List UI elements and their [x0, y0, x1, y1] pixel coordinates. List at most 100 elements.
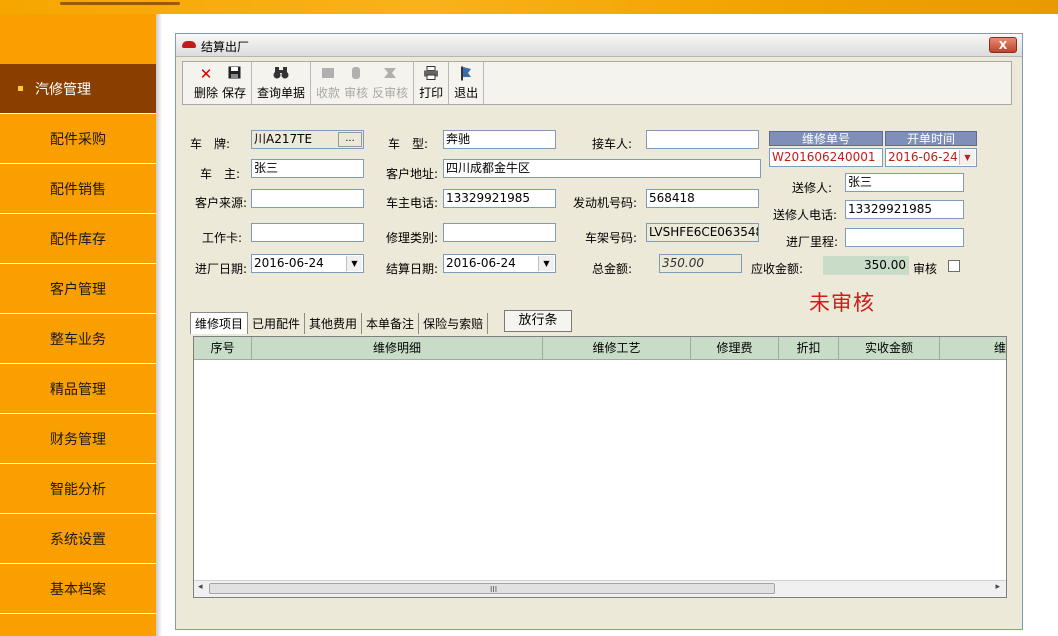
- sender-phone-field[interactable]: 13329921985: [845, 200, 964, 219]
- scroll-thumb[interactable]: III: [209, 583, 775, 594]
- column-header-discount[interactable]: 折扣: [779, 337, 839, 359]
- release-slip-button[interactable]: 放行条: [504, 310, 572, 332]
- column-header-detail[interactable]: 维修明细: [252, 337, 543, 359]
- order-no-field[interactable]: W201606240001: [769, 148, 883, 167]
- nav-item-analysis[interactable]: 智能分析: [0, 464, 156, 514]
- tab-repair-items[interactable]: 维修项目: [190, 312, 249, 334]
- sender-phone-label: 送修人电话:: [773, 208, 838, 222]
- column-header-process[interactable]: 维修工艺: [543, 337, 691, 359]
- tab-insurance[interactable]: 保险与索赔: [419, 313, 489, 334]
- sender-label: 送修人:: [792, 181, 833, 195]
- repair-type-field[interactable]: [443, 223, 556, 242]
- delete-button[interactable]: ✕ 删除: [192, 62, 220, 104]
- nav-item-settings[interactable]: 系统设置: [0, 514, 156, 564]
- binoculars-icon: [273, 66, 289, 83]
- print-button[interactable]: 打印: [417, 62, 445, 104]
- address-label: 客户地址:: [386, 167, 439, 181]
- mileage-label: 进厂里程:: [786, 235, 839, 249]
- collect-button[interactable]: 收款: [314, 62, 342, 104]
- nav-item-parts-stock[interactable]: 配件库存: [0, 214, 156, 264]
- in-date-label: 进厂日期:: [195, 262, 248, 276]
- mileage-field[interactable]: [845, 228, 964, 247]
- nav-item-auto-repair[interactable]: 汽修管理: [0, 64, 156, 114]
- nav-item-customers[interactable]: 客户管理: [0, 264, 156, 314]
- tab-bar: 维修项目 已用配件 其他费用 本单备注 保险与索赔: [190, 312, 489, 334]
- total-field: 350.00: [659, 254, 742, 273]
- car-icon: [182, 41, 196, 48]
- source-field[interactable]: [251, 189, 364, 208]
- phone-label: 车主电话:: [386, 196, 439, 210]
- receiver-label: 接车人:: [592, 137, 633, 151]
- open-time-select[interactable]: 2016-06-24 ▼: [885, 148, 977, 167]
- window-title: 结算出厂: [201, 40, 250, 54]
- tab-used-parts[interactable]: 已用配件: [248, 313, 306, 334]
- exit-door-icon: [458, 66, 474, 83]
- left-nav: 汽修管理 配件采购 配件销售 配件库存 客户管理 整车业务 精品管理 财务管理 …: [0, 14, 156, 636]
- printer-icon: [423, 65, 439, 83]
- phone-field[interactable]: 13329921985: [443, 189, 556, 208]
- chevron-down-icon[interactable]: ▼: [959, 150, 975, 165]
- address-field[interactable]: 四川成都金牛区: [443, 159, 761, 178]
- engine-label: 发动机号码:: [573, 196, 638, 210]
- settlement-window: 结算出厂 X ✕ 删除 保存 查询单据 收款 审核 反审核 打印 退出 车 牌:…: [175, 33, 1023, 630]
- scroll-right-icon[interactable]: ▸: [995, 582, 1000, 592]
- nav-item-archives[interactable]: 基本档案: [0, 564, 156, 614]
- floppy-disk-icon: [228, 66, 241, 83]
- grid-header: 序号 维修明细 维修工艺 修理费 折扣 实收金额 维: [194, 337, 1006, 360]
- nav-item-parts-sales[interactable]: 配件销售: [0, 164, 156, 214]
- audit-checkbox[interactable]: [948, 260, 960, 272]
- owner-field[interactable]: 张三: [251, 159, 364, 178]
- close-button[interactable]: X: [989, 37, 1017, 53]
- receivable-label: 应收金额:: [751, 262, 804, 276]
- nav-item-vehicle-business[interactable]: 整车业务: [0, 314, 156, 364]
- plate-field[interactable]: 川A217TE...: [251, 130, 364, 149]
- chevron-down-icon[interactable]: ▼: [538, 256, 554, 271]
- column-header-seq[interactable]: 序号: [194, 337, 252, 359]
- nav-item-finance[interactable]: 财务管理: [0, 414, 156, 464]
- chevron-down-icon[interactable]: ▼: [346, 256, 362, 271]
- window-titlebar[interactable]: 结算出厂 X: [176, 34, 1022, 57]
- horizontal-scrollbar[interactable]: ◂ III ▸: [194, 580, 1006, 597]
- repair-items-grid: 序号 维修明细 维修工艺 修理费 折扣 实收金额 维 ◂ III ▸: [193, 336, 1007, 598]
- receiver-field[interactable]: [646, 130, 759, 149]
- plate-label: 车 牌:: [190, 137, 231, 151]
- column-header-more[interactable]: 维: [940, 337, 1006, 359]
- engine-field[interactable]: 568418: [646, 189, 759, 208]
- column-header-fee[interactable]: 修理费: [691, 337, 779, 359]
- order-no-header: 维修单号: [769, 131, 883, 146]
- settle-date-label: 结算日期:: [386, 262, 439, 276]
- in-date-select[interactable]: 2016-06-24 ▼: [251, 254, 364, 273]
- unaudit-button[interactable]: 反审核: [370, 62, 410, 104]
- vin-field[interactable]: LVSHFE6CE063548: [646, 223, 759, 242]
- owner-label: 车 主:: [200, 167, 241, 181]
- save-button[interactable]: 保存: [220, 62, 248, 104]
- top-banner: [0, 0, 1058, 14]
- receivable-field: 350.00: [823, 256, 909, 275]
- plate-lookup-button[interactable]: ...: [338, 132, 362, 147]
- tab-other-fees[interactable]: 其他费用: [305, 313, 363, 334]
- repair-type-label: 修理类别:: [386, 231, 439, 245]
- total-label: 总金额:: [592, 262, 633, 276]
- tab-notes[interactable]: 本单备注: [362, 313, 420, 334]
- audit-status: 未审核: [809, 291, 875, 315]
- source-label: 客户来源:: [195, 196, 248, 210]
- settle-date-select[interactable]: 2016-06-24 ▼: [443, 254, 556, 273]
- nav-item-boutique[interactable]: 精品管理: [0, 364, 156, 414]
- open-time-header: 开单时间: [885, 131, 977, 146]
- model-field[interactable]: 奔驰: [443, 130, 556, 149]
- audit-label: 审核: [913, 262, 938, 276]
- audit-button[interactable]: 审核: [342, 62, 370, 104]
- delete-x-icon: ✕: [199, 64, 213, 83]
- unstamp-icon: [382, 66, 398, 83]
- nav-item-parts-purchase[interactable]: 配件采购: [0, 114, 156, 164]
- query-button[interactable]: 查询单据: [255, 62, 307, 104]
- column-header-received[interactable]: 实收金额: [839, 337, 940, 359]
- work-card-label: 工作卡:: [202, 231, 243, 245]
- scroll-left-icon[interactable]: ◂: [198, 582, 203, 592]
- exit-button[interactable]: 退出: [452, 62, 480, 104]
- grip-icon: III: [490, 585, 498, 594]
- sender-field[interactable]: 张三: [845, 173, 964, 192]
- work-card-field[interactable]: [251, 223, 364, 242]
- stamp-icon: [349, 66, 363, 83]
- bullet-icon: [18, 86, 23, 91]
